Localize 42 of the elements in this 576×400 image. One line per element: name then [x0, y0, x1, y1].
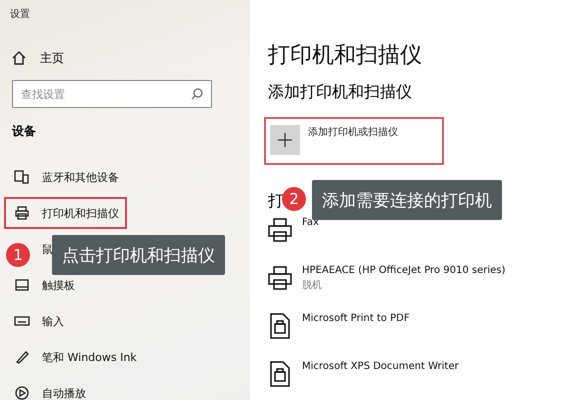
sidebar-item[interactable]: 笔和 Windows Ink	[4, 341, 139, 373]
document-printer-icon	[268, 361, 292, 387]
printer-name: HPEAEACE (HP OfficeJet Pro 9010 series)	[302, 265, 506, 276]
play-icon	[14, 385, 30, 400]
sidebar-item-label: 打印机和扫描仪	[42, 206, 119, 220]
search-field[interactable]: 查找设置	[12, 80, 212, 108]
printer-name: Microsoft XPS Document Writer	[302, 361, 459, 372]
sidebar-item[interactable]: 输入	[4, 305, 66, 337]
sidebar-item-label: 笔和 Windows Ink	[42, 350, 137, 364]
printer-icon	[14, 205, 30, 221]
printer-name: Microsoft Print to PDF	[302, 313, 410, 324]
search-icon	[191, 88, 203, 100]
printer-icon	[268, 265, 292, 291]
sidebar-item-label: 触摸板	[42, 278, 75, 292]
sidebar-item[interactable]: 蓝牙和其他设备	[4, 161, 121, 193]
printer-item[interactable]: Microsoft Print to PDF	[268, 311, 576, 359]
sidebar-item[interactable]: 自动播放	[4, 377, 88, 400]
document-printer-icon	[268, 313, 292, 339]
printer-icon	[268, 217, 292, 243]
printer-name: Fax	[302, 217, 319, 228]
add-printer-button[interactable]: 添加打印机或扫描仪	[264, 117, 444, 165]
sidebar-item-label: 自动播放	[42, 386, 86, 400]
touchpad-icon	[14, 277, 30, 293]
devices-icon	[14, 169, 30, 185]
printer-item[interactable]: Microsoft XPS Document Writer	[268, 359, 576, 400]
callout-tooltip: 添加需要连接的打印机	[312, 180, 502, 220]
section-heading: 打	[268, 191, 284, 212]
home-link[interactable]: 主页	[0, 44, 250, 72]
step-number: 2	[282, 187, 306, 211]
section-heading: 设备	[10, 123, 37, 140]
printer-status: 脱机	[302, 278, 323, 292]
window-title: 设置	[9, 8, 31, 22]
callout-tooltip: 点击打印机和扫描仪	[52, 235, 225, 275]
section-heading: 添加打印机和扫描仪	[268, 82, 413, 103]
printer-item[interactable]: HPEAEACE (HP OfficeJet Pro 9010 series) 脱机	[268, 263, 576, 311]
sidebar-item-label: 蓝牙和其他设备	[42, 170, 119, 184]
plus-icon	[270, 125, 300, 155]
page-title: 打印机和扫描仪	[268, 42, 423, 70]
sidebar-item-label: 输入	[42, 314, 64, 328]
home-icon	[12, 51, 26, 65]
sidebar-item[interactable]: 打印机和扫描仪	[4, 197, 127, 229]
pen-icon	[14, 349, 30, 365]
